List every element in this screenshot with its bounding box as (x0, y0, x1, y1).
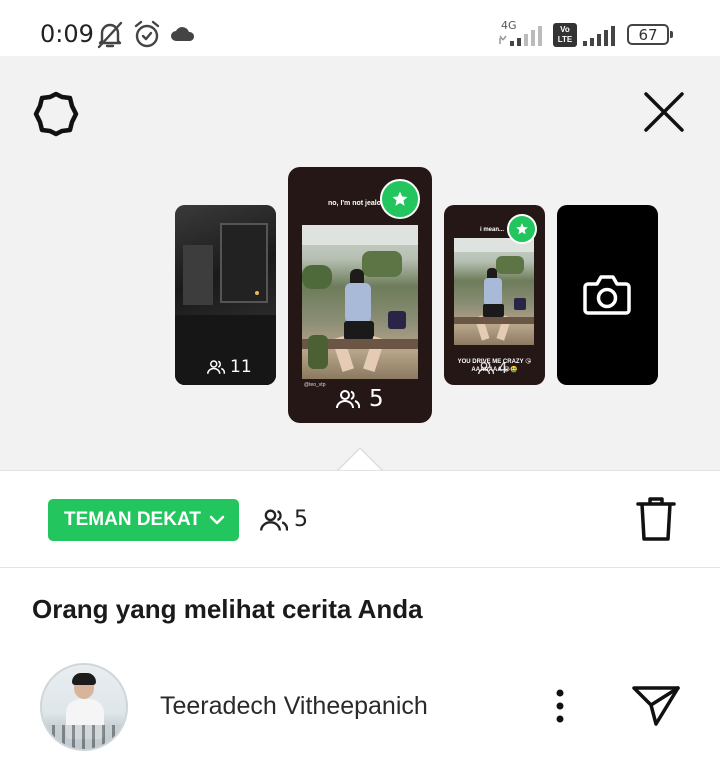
story-thumbnail-1[interactable]: 11 (175, 205, 276, 385)
add-story-camera-button[interactable] (557, 205, 658, 385)
audience-selector-button[interactable]: TEMAN DEKAT (48, 499, 239, 541)
battery-tip (670, 31, 673, 38)
star-icon (392, 191, 408, 206)
signal-icon-1 (499, 26, 542, 46)
volte-icon: Vo LTE (553, 23, 577, 47)
people-icon (260, 508, 288, 531)
story-photo (302, 225, 418, 379)
story-viewer-count: 11 (207, 357, 252, 377)
story-thumbnail-2[interactable]: no, I'm not jealous @teo_vtp 5 (288, 167, 432, 423)
chevron-down-icon (209, 515, 225, 525)
story-caption: i mean... (480, 227, 505, 233)
viewer-row[interactable]: Teeradech Vitheepanich (0, 660, 720, 760)
close-icon (644, 92, 684, 132)
more-options-button[interactable] (548, 686, 572, 726)
story-handle: @teo_vtp (304, 382, 326, 388)
battery-level: 67 (638, 25, 658, 44)
viewer-name: Teeradech Vitheepanich (160, 692, 428, 720)
status-bar: 0:09 4G Vo LTE 67 (0, 0, 720, 56)
audience-count: 5 (260, 507, 308, 532)
close-friends-badge (507, 214, 537, 244)
gear-icon (33, 91, 79, 137)
trash-icon (636, 497, 676, 541)
cloud-icon (171, 27, 195, 41)
story-viewer-count: 4 (478, 359, 508, 377)
selection-pointer (338, 449, 382, 471)
story-area: 11 no, I'm not jealous @teo_vtp 5 i mean… (0, 56, 720, 470)
status-time: 0:09 (40, 20, 94, 48)
close-friends-badge (380, 179, 420, 219)
audience-row: TEMAN DEKAT 5 (0, 470, 720, 568)
alarm-icon (134, 20, 160, 48)
avatar[interactable] (40, 663, 128, 751)
audience-label: TEMAN DEKAT (64, 509, 201, 530)
story-thumbnail-3[interactable]: i mean... YOU DRIVE ME CRAZY 😘 AAAAAAA 😭… (444, 205, 545, 385)
story-viewer-count: 5 (336, 386, 384, 412)
send-message-button[interactable] (630, 684, 682, 728)
delete-story-button[interactable] (634, 495, 678, 543)
viewers-section-title: Orang yang melihat cerita Anda (32, 594, 423, 624)
signal-icon-2 (583, 26, 615, 46)
close-button[interactable] (640, 88, 688, 136)
people-icon (207, 360, 225, 374)
star-icon (516, 223, 528, 235)
people-icon (478, 362, 494, 375)
camera-icon (583, 275, 631, 315)
settings-button[interactable] (32, 90, 80, 138)
battery-icon: 67 (627, 24, 669, 45)
story-photo (454, 238, 534, 345)
more-vertical-icon (556, 689, 564, 723)
send-icon (632, 686, 680, 726)
people-icon (336, 390, 360, 409)
bell-off-icon (97, 21, 123, 49)
